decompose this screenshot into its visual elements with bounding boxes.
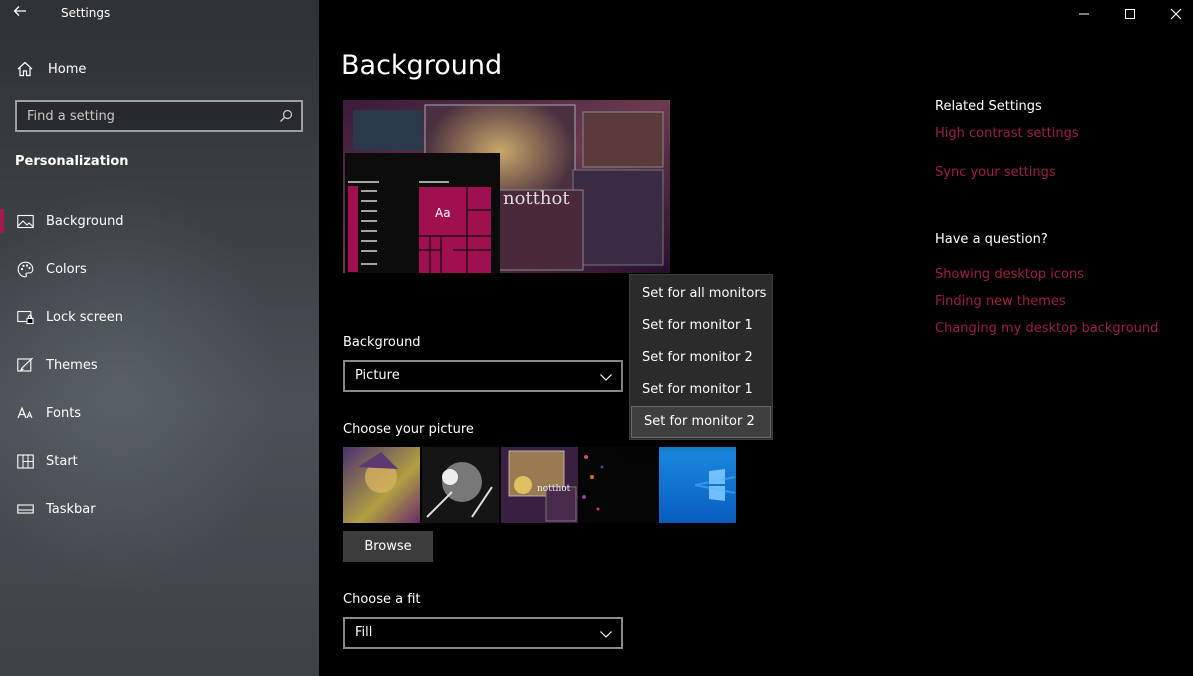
back-button[interactable] (12, 3, 34, 23)
desktop-background-link[interactable]: Changing my desktop background (935, 321, 1158, 336)
browse-button[interactable]: Browse (343, 531, 433, 562)
home-label: Home (48, 61, 87, 77)
back-arrow-icon (13, 6, 26, 16)
background-preview: notthot Aa (343, 100, 670, 273)
sidebar-item-taskbar[interactable]: Taskbar (0, 485, 319, 533)
sidebar-item-fonts[interactable]: Fonts (0, 389, 319, 437)
sidebar-item-themes[interactable]: Themes (0, 341, 319, 389)
palette-icon (16, 260, 34, 278)
fonts-icon (16, 404, 34, 422)
chevron-down-icon (600, 631, 612, 638)
maximize-icon (1125, 9, 1135, 19)
fit-dropdown-value: Fill (355, 625, 373, 640)
chevron-down-icon (600, 374, 612, 381)
nav-list: Background Colors Lock screen Themes Fon… (0, 197, 319, 533)
menu-item-set-monitor-2-alt[interactable]: Set for monitor 2 (631, 406, 771, 438)
maximize-button[interactable] (1107, 0, 1153, 28)
picture-thumbnail[interactable] (659, 447, 736, 523)
sync-settings-link[interactable]: Sync your settings (935, 165, 1056, 180)
sidebar-item-label: Start (46, 453, 78, 469)
question-title: Have a question? (935, 232, 1048, 247)
themes-icon (16, 356, 34, 374)
menu-item-set-monitor-1[interactable]: Set for monitor 1 (630, 310, 772, 342)
picture-thumbnails: notthot (343, 447, 736, 523)
minimize-button[interactable] (1061, 0, 1107, 28)
minimize-icon (1079, 13, 1089, 15)
picture-icon (16, 212, 34, 230)
sidebar: Settings Home Personalization Background… (0, 0, 319, 676)
thumbnail-text: notthot (537, 484, 571, 494)
sidebar-item-label: Fonts (46, 405, 82, 421)
menu-item-set-all-monitors[interactable]: Set for all monitors (630, 278, 772, 310)
search-box[interactable] (15, 100, 303, 132)
background-label: Background (343, 335, 421, 350)
sidebar-item-label: Lock screen (46, 309, 123, 325)
background-dropdown[interactable]: Picture (343, 360, 623, 392)
app-title: Settings (61, 6, 111, 20)
preview-wallpaper-text: notthot (503, 188, 570, 209)
picture-thumbnail[interactable] (422, 447, 499, 523)
sidebar-item-lock-screen[interactable]: Lock screen (0, 293, 319, 341)
preview-image: notthot Aa (343, 100, 670, 273)
page-title: Background (341, 50, 503, 81)
sidebar-item-label: Colors (46, 261, 87, 277)
picture-thumbnail[interactable] (343, 447, 420, 523)
start-icon (16, 452, 34, 470)
search-icon[interactable] (279, 109, 293, 123)
related-settings-title: Related Settings (935, 99, 1042, 114)
choose-fit-label: Choose a fit (343, 592, 421, 607)
fit-dropdown[interactable]: Fill (343, 617, 623, 649)
picture-thumbnail[interactable] (580, 447, 657, 523)
home-nav-item[interactable]: Home (16, 58, 86, 80)
new-themes-link[interactable]: Finding new themes (935, 294, 1066, 309)
sidebar-item-label: Themes (46, 357, 98, 373)
preview-tile-text: Aa (435, 206, 451, 220)
monitor-context-menu: Set for all monitors Set for monitor 1 S… (629, 274, 773, 440)
high-contrast-link[interactable]: High contrast settings (935, 126, 1079, 141)
sidebar-item-label: Background (46, 213, 124, 229)
picture-thumbnail[interactable]: notthot (501, 447, 578, 523)
search-input[interactable] (17, 102, 301, 130)
close-icon (1170, 8, 1182, 20)
sidebar-item-colors[interactable]: Colors (0, 245, 319, 293)
background-dropdown-value: Picture (355, 368, 400, 383)
home-icon (17, 61, 33, 77)
sidebar-item-start[interactable]: Start (0, 437, 319, 485)
sidebar-item-label: Taskbar (46, 501, 96, 517)
menu-item-set-monitor-1-alt[interactable]: Set for monitor 1 (630, 374, 772, 406)
taskbar-icon (16, 500, 34, 518)
section-title: Personalization (15, 154, 129, 169)
close-button[interactable] (1153, 0, 1193, 28)
desktop-icons-link[interactable]: Showing desktop icons (935, 267, 1084, 282)
choose-picture-label: Choose your picture (343, 422, 474, 437)
lock-screen-icon (16, 308, 34, 326)
menu-item-set-monitor-2[interactable]: Set for monitor 2 (630, 342, 772, 374)
sidebar-item-background[interactable]: Background (0, 197, 319, 245)
